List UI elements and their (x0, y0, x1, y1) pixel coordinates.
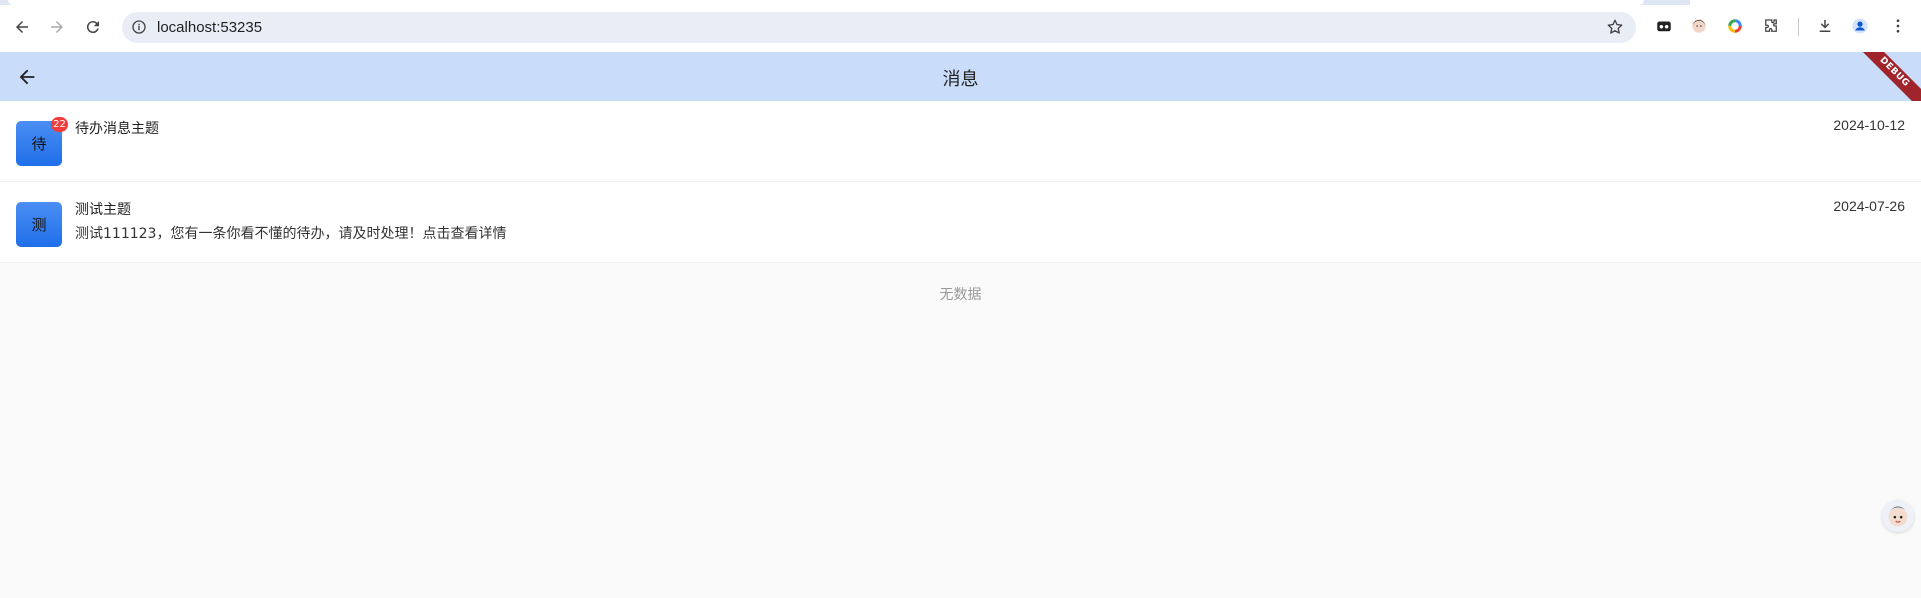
arrow-right-icon (51, 21, 63, 33)
active-tab[interactable] (8, 0, 1644, 5)
address-bar[interactable]: localhost:53235 (122, 12, 1636, 43)
message-date: 2024-07-26 (1833, 198, 1905, 214)
profile-icon[interactable] (1849, 15, 1871, 37)
url-text[interactable]: localhost:53235 (157, 19, 262, 36)
arrow-left-icon (16, 21, 28, 33)
bookmark-star-icon[interactable] (1606, 18, 1624, 36)
app-bar: 消息 (0, 52, 1921, 101)
page-title: 消息 (942, 69, 979, 90)
extension-color-ring-icon[interactable] (1724, 15, 1746, 37)
message-content: 测试111123，您有一条你看不懂的待办，请及时处理！点击查看详情 (75, 226, 507, 242)
message-list: 待 22 待办消息主题 2024-10-12 测 测试主题 测试111123，您… (0, 101, 1921, 263)
reload-icon (86, 21, 99, 34)
tab-strip-space (1690, 0, 1921, 5)
menu-kebab-icon[interactable] (1887, 15, 1909, 37)
browser-toolbar: localhost:53235 (0, 0, 1921, 52)
site-info-icon[interactable] (130, 18, 148, 36)
message-subject: 测试主题 (75, 202, 131, 218)
unread-badge: 22 (51, 117, 68, 132)
tab-strip (0, 0, 1921, 5)
extension-avatar-icon[interactable] (1688, 15, 1710, 37)
reload-button[interactable] (79, 13, 107, 41)
download-icon[interactable] (1814, 15, 1836, 37)
list-item[interactable]: 测 测试主题 测试111123，您有一条你看不懂的待办，请及时处理！点击查看详情… (0, 182, 1921, 263)
extension-glasses-icon[interactable] (1653, 15, 1675, 37)
forward-button[interactable] (43, 13, 71, 41)
message-date: 2024-10-12 (1833, 117, 1905, 133)
message-subject: 待办消息主题 (75, 121, 159, 137)
extensions-puzzle-icon[interactable] (1760, 15, 1782, 37)
empty-state-text: 无数据 (939, 287, 982, 303)
toolbar-divider (1798, 18, 1799, 36)
message-avatar: 测 (16, 202, 62, 247)
list-item[interactable]: 待 22 待办消息主题 2024-10-12 (0, 101, 1921, 182)
back-button[interactable] (8, 13, 36, 41)
assistant-avatar-icon[interactable] (1882, 500, 1914, 532)
